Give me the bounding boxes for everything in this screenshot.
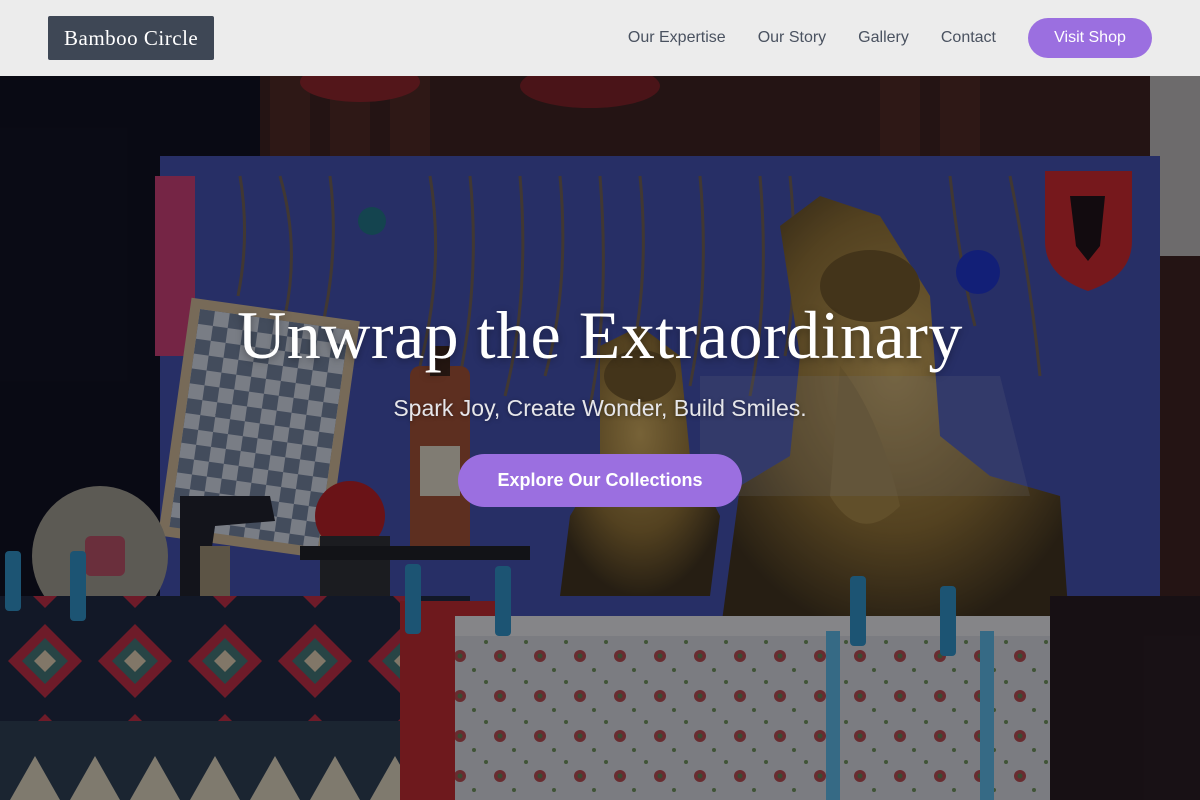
main-nav: Our Expertise Our Story Gallery Contact … xyxy=(628,18,1152,58)
hero-title: Unwrap the Extraordinary xyxy=(237,297,963,373)
nav-link-contact[interactable]: Contact xyxy=(941,29,996,47)
brand-logo[interactable]: Bamboo Circle xyxy=(48,16,215,60)
nav-link-gallery[interactable]: Gallery xyxy=(858,29,909,47)
visit-shop-button[interactable]: Visit Shop xyxy=(1028,18,1152,58)
nav-link-our-story[interactable]: Our Story xyxy=(758,29,826,47)
hero-section: Unwrap the Extraordinary Spark Joy, Crea… xyxy=(0,76,1200,800)
explore-collections-button[interactable]: Explore Our Collections xyxy=(458,453,742,507)
hero-content: Unwrap the Extraordinary Spark Joy, Crea… xyxy=(0,298,1200,507)
nav-link-our-expertise[interactable]: Our Expertise xyxy=(628,29,726,47)
hero-subtitle: Spark Joy, Create Wonder, Build Smiles. xyxy=(393,394,807,421)
site-header: Bamboo Circle Our Expertise Our Story Ga… xyxy=(0,0,1200,76)
